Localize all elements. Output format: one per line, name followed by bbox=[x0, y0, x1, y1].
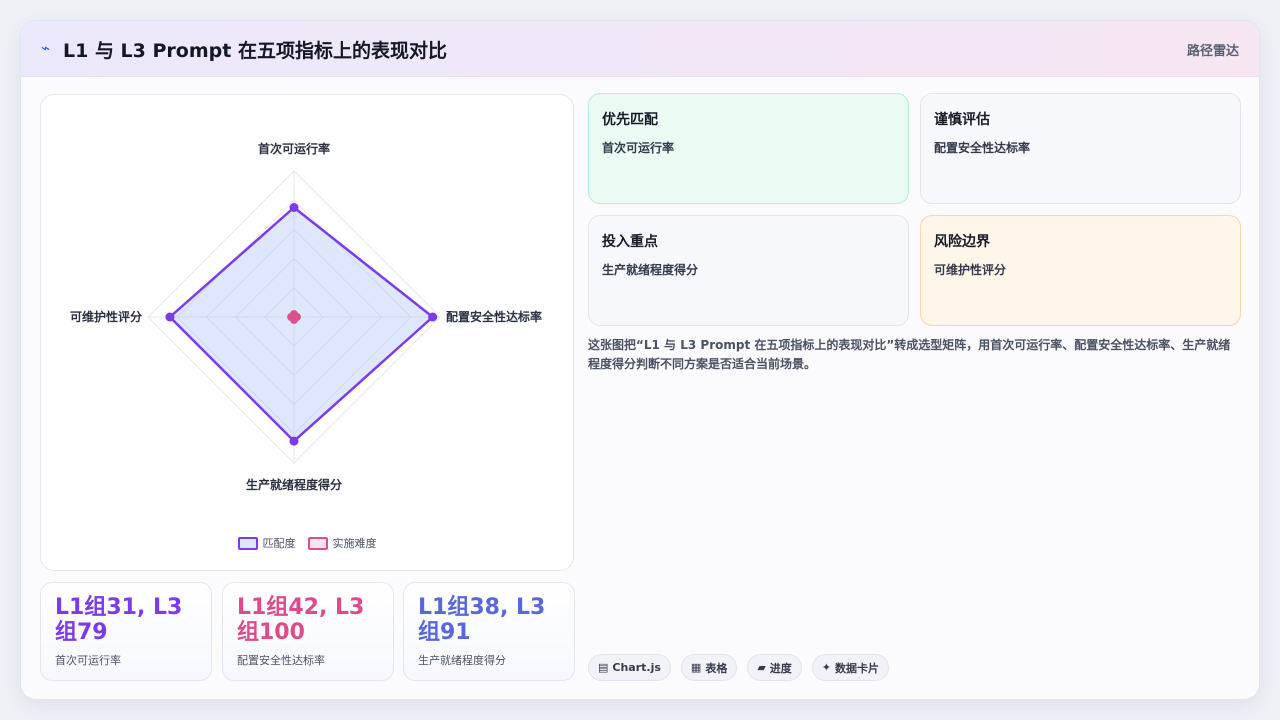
radar-chart-card: 首次可运行率配置安全性达标率生产就绪程度得分 可维护性评分 匹配度 实施难度 bbox=[40, 94, 574, 571]
axis-label: 可维护性评分 bbox=[70, 309, 142, 324]
chip-label: 数据卡片 bbox=[835, 661, 880, 675]
chip-label: Chart.js bbox=[612, 661, 661, 674]
quadrant-text: 可维护性评分 bbox=[934, 263, 1007, 277]
axis-label: 配置安全性达标率 bbox=[446, 309, 542, 324]
stat-card-first-run: L1组31, L3组79 首次可运行率 bbox=[40, 582, 212, 681]
stat-value: L1组38, L3组91 bbox=[418, 595, 546, 645]
page-title: L1 与 L3 Prompt 在五项指标上的表现对比 bbox=[63, 40, 447, 62]
quadrant-text: 首次可运行率 bbox=[602, 141, 675, 155]
radar-chart: 首次可运行率配置安全性达标率生产就绪程度得分 可维护性评分 bbox=[70, 141, 542, 492]
chip-chartjs[interactable]: ▤ Chart.js bbox=[588, 654, 671, 681]
axis-label: 生产就绪程度得分 bbox=[246, 477, 342, 492]
stat-label: 首次可运行率 bbox=[55, 654, 121, 667]
table-icon: ▦ bbox=[690, 661, 702, 674]
data-point bbox=[289, 436, 299, 446]
pulse-icon: ⌁ bbox=[41, 39, 51, 57]
chart-icon: ▤ bbox=[598, 661, 609, 674]
legend-label-difficulty: 实施难度 bbox=[332, 537, 377, 550]
data-point bbox=[287, 313, 296, 321]
tech-chips: ▤ Chart.js ▦ 表格 ▰ 进度 ✦ 数据卡片 bbox=[588, 654, 890, 681]
sparkle-icon: ✦ bbox=[821, 661, 832, 674]
data-point bbox=[289, 203, 299, 212]
legend-label-match: 匹配度 bbox=[262, 537, 296, 550]
axis-label: 首次可运行率 bbox=[258, 141, 330, 156]
chart-legend: 匹配度 实施难度 bbox=[41, 535, 573, 551]
quadrant-text: 生产就绪程度得分 bbox=[602, 263, 699, 277]
quadrant-title: 优先匹配 bbox=[602, 112, 658, 128]
header-bar: ⌁ L1 与 L3 Prompt 在五项指标上的表现对比 路径雷达 bbox=[21, 21, 1259, 77]
stat-card-config-security: L1组42, L3组100 配置安全性达标率 bbox=[222, 582, 394, 681]
quadrant-title: 风险边界 bbox=[934, 234, 990, 250]
data-point bbox=[428, 312, 438, 322]
chip-label: 进度 bbox=[769, 661, 792, 675]
chart-type-tag: 路径雷达 bbox=[1186, 44, 1239, 59]
quadrant-careful-eval: 谨慎评估 配置安全性达标率 bbox=[920, 93, 1241, 204]
legend-item-match[interactable]: 匹配度 bbox=[237, 535, 296, 551]
quadrant-text: 配置安全性达标率 bbox=[934, 141, 1031, 155]
legend-item-difficulty[interactable]: 实施难度 bbox=[307, 535, 377, 551]
quadrant-title: 投入重点 bbox=[602, 234, 658, 250]
legend-swatch-match bbox=[237, 536, 258, 550]
stat-label: 配置安全性达标率 bbox=[237, 654, 325, 667]
series-area bbox=[168, 206, 434, 443]
main-panel: ⌁ L1 与 L3 Prompt 在五项指标上的表现对比 路径雷达 首次可运行率… bbox=[20, 20, 1260, 700]
chip-progress[interactable]: ▰ 进度 bbox=[747, 654, 802, 681]
chip-table[interactable]: ▦ 表格 bbox=[680, 654, 738, 681]
stat-value: L1组31, L3组79 bbox=[55, 595, 183, 645]
stat-value: L1组42, L3组100 bbox=[237, 595, 365, 645]
quadrant-risk-boundary: 风险边界 可维护性评分 bbox=[920, 215, 1241, 326]
stat-label: 生产就绪程度得分 bbox=[418, 654, 506, 667]
stat-card-production-ready: L1组38, L3组91 生产就绪程度得分 bbox=[403, 582, 575, 681]
chip-label: 表格 bbox=[705, 661, 728, 675]
progress-icon: ▰ bbox=[757, 661, 766, 674]
quadrant-priority-match: 优先匹配 首次可运行率 bbox=[588, 93, 909, 204]
chip-data-card[interactable]: ✦ 数据卡片 bbox=[811, 654, 890, 681]
quadrant-title: 谨慎评估 bbox=[934, 112, 990, 128]
chart-description: 这张图把“L1 与 L3 Prompt 在五项指标上的表现对比”转成选型矩阵，用… bbox=[588, 338, 1231, 371]
quadrant-investment-focus: 投入重点 生产就绪程度得分 bbox=[588, 215, 909, 326]
data-point bbox=[165, 312, 175, 322]
legend-swatch-difficulty bbox=[307, 536, 328, 550]
